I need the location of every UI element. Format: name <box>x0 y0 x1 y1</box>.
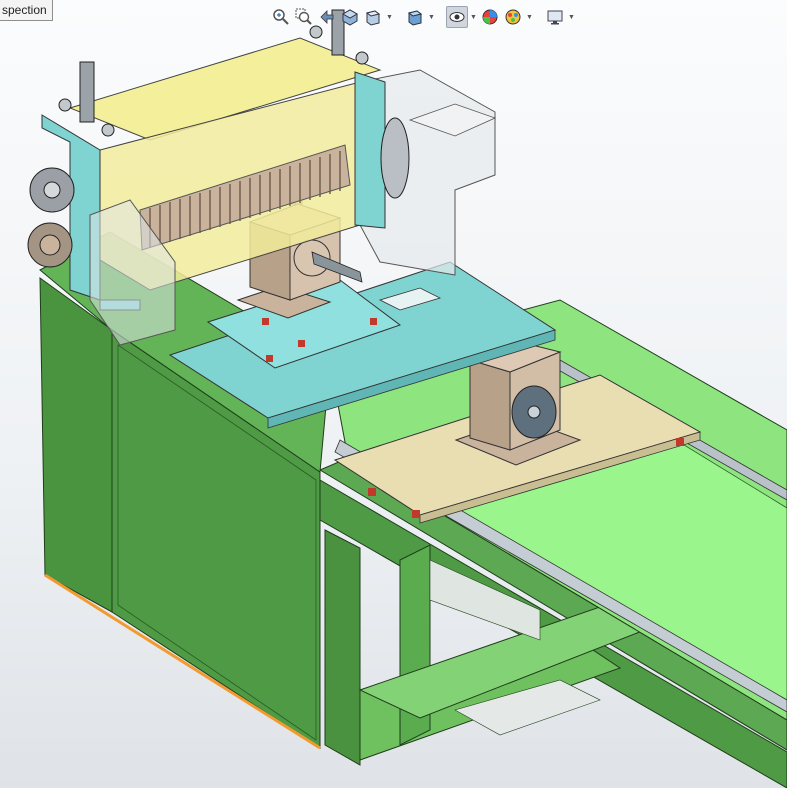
right-cyan-column <box>354 71 386 229</box>
chevron-down-icon[interactable]: ▼ <box>567 6 576 28</box>
heads-up-view-toolbar: ▼ ▼ ▼ ▼ ▼ <box>270 4 576 30</box>
chevron-down-icon[interactable]: ▼ <box>385 6 394 28</box>
hide-show-items-icon[interactable] <box>446 6 468 28</box>
chevron-down-icon[interactable]: ▼ <box>525 6 534 28</box>
carriage-block-4 <box>262 318 269 325</box>
carriage-block-1 <box>368 488 376 496</box>
view-settings-icon[interactable] <box>544 6 566 28</box>
chevron-down-icon[interactable]: ▼ <box>469 6 478 28</box>
zoom-to-area-icon[interactable] <box>293 6 315 28</box>
model-3d-view[interactable] <box>0 0 787 788</box>
zoom-to-fit-icon[interactable] <box>270 6 292 28</box>
carriage-block-6 <box>370 318 377 325</box>
edit-appearance-icon[interactable] <box>479 6 501 28</box>
chuck-body-front <box>469 359 511 451</box>
frame-leg-front <box>324 529 361 766</box>
section-view-icon[interactable] <box>339 6 361 28</box>
carriage-block-3 <box>676 438 684 446</box>
left-frame-side <box>39 277 113 613</box>
left-adjust-screw <box>79 61 95 123</box>
previous-view-icon[interactable] <box>316 6 338 28</box>
view-orientation-icon[interactable] <box>362 6 384 28</box>
feature-tab-label[interactable]: spection <box>0 0 53 21</box>
carriage-block-2 <box>412 510 420 518</box>
chevron-down-icon[interactable]: ▼ <box>427 6 436 28</box>
right-gear <box>380 117 410 199</box>
display-style-icon[interactable] <box>404 6 426 28</box>
carriage-block-7 <box>266 355 273 362</box>
graphics-area[interactable] <box>0 0 787 788</box>
carriage-block-5 <box>298 340 305 347</box>
apply-scene-icon[interactable] <box>502 6 524 28</box>
